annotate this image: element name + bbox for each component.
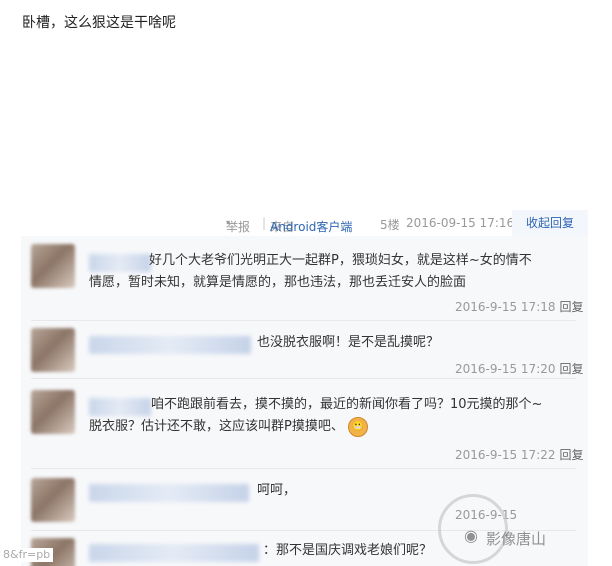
- divider: [31, 468, 576, 469]
- reply-line: 情愿，暂时未知，就算是情愿的，那也违法，那也丢迁安人的脸面: [89, 275, 467, 290]
- page: 卧槽，这么狠这是干啥呢 举报 ▾ | 来自 Android客户端 5楼 2016-0…: [0, 0, 612, 566]
- reply-line-text: 脱衣服？估计还不敢，这应该叫群P摸摸吧、: [89, 419, 344, 434]
- list-item: 也没脱衣服啊！是不是乱摸呢？ 2016-9-15 17:20 回复: [21, 322, 588, 380]
- post-content: 卧槽，这么狠这是干啥呢: [22, 15, 176, 31]
- reply-content: 呵呵，: [257, 480, 457, 502]
- reply-line: 脱衣服？估计还不敢，这应该叫群P摸摸吧、 😬: [89, 416, 579, 438]
- avatar[interactable]: [31, 328, 75, 372]
- avatar[interactable]: [31, 478, 75, 522]
- wechat-icon: ◉: [464, 526, 478, 545]
- list-item: 咱不跑跟前看去，摸不摸的，最近的新闻你看了吗？10元摸的那个~ 脱衣服？估计还不…: [21, 380, 588, 468]
- url-snippet: 8&fr=pb: [0, 548, 54, 562]
- watermark-text: 影像唐山: [486, 530, 547, 548]
- avatar[interactable]: [31, 390, 75, 434]
- grimace-emoji-icon: 😬: [347, 416, 368, 437]
- collapse-replies-button[interactable]: 收起回复: [512, 210, 588, 236]
- reply-meta: 2016-9-15 17:18 回复: [455, 298, 584, 315]
- reply-time: 2016-9-15 17:18: [455, 300, 556, 314]
- reply-meta: 2016-9-15 17:22 回复: [455, 446, 584, 463]
- separator: |: [262, 216, 267, 230]
- source-link[interactable]: Android客户端: [270, 218, 352, 235]
- reply-button[interactable]: 回复: [560, 300, 584, 314]
- avatar[interactable]: [31, 244, 75, 288]
- reply-line: 呵呵，: [257, 483, 297, 498]
- reply-time: 2016-9-15 17:20: [455, 362, 556, 376]
- post-meta: 举报 ▾ | 来自 Android客户端 5楼 2016-09-15 17:16: [0, 214, 588, 234]
- post-time: 2016-09-15 17:16: [406, 216, 515, 230]
- reply-line: 咱不跑跟前看去，摸不摸的，最近的新闻你看了吗？10元摸的那个~: [151, 397, 543, 412]
- divider: [31, 320, 576, 321]
- reply-line: 好几个大老爷们光明正大一起群P，猥琐妇女，就是这样~女的情不: [149, 253, 532, 268]
- reply-time: 2016-9-15 17:22: [455, 448, 556, 462]
- username[interactable]: [89, 484, 249, 502]
- reply-content: 也没脱衣服啊！是不是乱摸呢？: [257, 332, 577, 354]
- divider: [31, 378, 576, 379]
- reply-meta: 2016-9-15 17:20 回复: [455, 360, 584, 377]
- watermark: ◉ 影像唐山: [438, 488, 612, 566]
- caret-down-icon: ▾: [226, 218, 231, 227]
- list-item: 好几个大老爷们光明正大一起群P，猥琐妇女，就是这样~女的情不 情愿，暂时未知，就…: [21, 236, 588, 322]
- floor-number: 5楼: [380, 218, 400, 232]
- reply-line: 也没脱衣服啊！是不是乱摸呢？: [257, 335, 440, 350]
- reply-content: 咱不跑跟前看去，摸不摸的，最近的新闻你看了吗？10元摸的那个~ 脱衣服？估计还不…: [89, 394, 579, 438]
- reply-button[interactable]: 回复: [560, 448, 584, 462]
- reply-content: 好几个大老爷们光明正大一起群P，猥琐妇女，就是这样~女的情不 情愿，暂时未知，就…: [89, 250, 579, 294]
- username[interactable]: [89, 544, 259, 562]
- username[interactable]: [89, 336, 251, 354]
- reply-button[interactable]: 回复: [560, 362, 584, 376]
